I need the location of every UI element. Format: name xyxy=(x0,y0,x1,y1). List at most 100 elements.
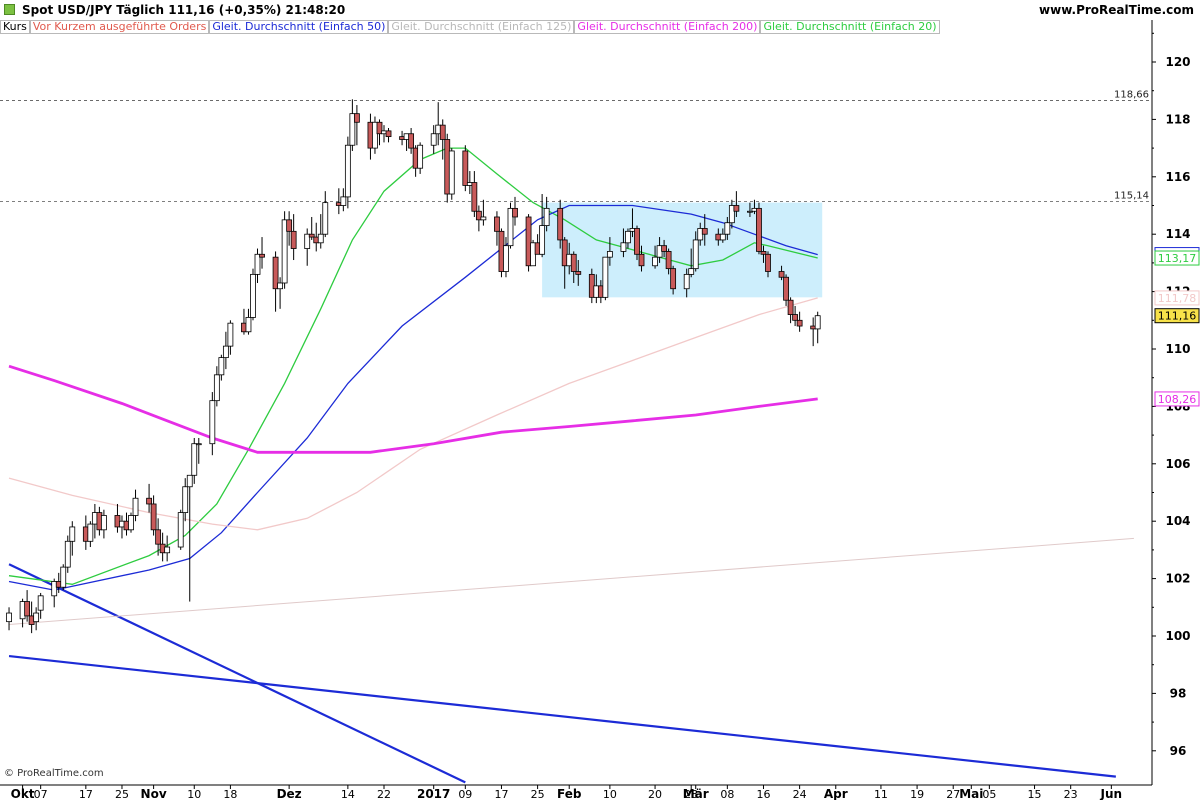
candle-body xyxy=(322,202,329,235)
trend-line xyxy=(8,563,466,784)
candle-body xyxy=(439,124,446,140)
price-tag-label: 111,16 xyxy=(1158,310,1197,323)
candle xyxy=(164,535,171,562)
y-tick-label: 96 xyxy=(1170,744,1187,758)
x-tick-label: 22 xyxy=(377,788,391,800)
candle xyxy=(60,564,67,591)
candle-body xyxy=(688,268,695,275)
candle-body xyxy=(245,317,252,333)
legend-item[interactable]: Vor Kurzem ausgeführte Orders xyxy=(29,20,210,34)
candle-body xyxy=(213,374,220,402)
legend-item[interactable]: Gleit. Durchschnitt (Einfach 20) xyxy=(760,20,940,34)
candle-body xyxy=(408,133,415,149)
copyright-label: © ProRealTime.com xyxy=(4,768,104,779)
candle-body xyxy=(778,271,785,278)
candle-body xyxy=(227,322,234,347)
x-tick-label: 17 xyxy=(79,788,93,800)
candle-body xyxy=(155,529,162,545)
candle-body xyxy=(64,540,71,568)
candle-body xyxy=(186,474,193,488)
candle-body xyxy=(385,130,392,138)
candle-body xyxy=(448,150,455,195)
candle xyxy=(349,99,356,151)
x-tick-label: Dez xyxy=(277,787,302,800)
candle-body xyxy=(557,207,564,241)
price-tag-label: 111,78 xyxy=(1158,292,1197,305)
candle-body xyxy=(317,233,324,244)
instrument-status-icon xyxy=(4,4,15,15)
trend-line xyxy=(8,537,1134,626)
moving-average-line xyxy=(8,364,818,454)
legend-item[interactable]: Gleit. Durchschnitt (Einfach 50) xyxy=(209,20,389,34)
candle-body xyxy=(69,526,76,542)
x-tick-label: 07 xyxy=(34,788,48,800)
y-tick-label: 114 xyxy=(1165,227,1190,241)
candle xyxy=(250,268,256,321)
y-tick-label: 102 xyxy=(1165,572,1190,586)
candle xyxy=(756,202,762,255)
candle-body xyxy=(494,216,500,232)
x-tick-label: 10 xyxy=(603,788,617,800)
y-tick-label: 110 xyxy=(1165,342,1190,356)
legend-item[interactable]: Kurs xyxy=(0,20,30,34)
candle-body xyxy=(417,144,424,169)
candle-body xyxy=(308,233,315,238)
legend-item[interactable]: Gleit. Durchschnitt (Einfach 125) xyxy=(388,20,575,34)
candle xyxy=(33,607,40,631)
y-tick-label: 100 xyxy=(1165,629,1190,643)
candle-body xyxy=(606,251,613,258)
candle-body xyxy=(512,207,518,218)
candle xyxy=(114,503,121,533)
candle-body xyxy=(733,205,740,212)
candle-body xyxy=(692,239,699,270)
candle xyxy=(308,216,315,240)
price-tag-label: 108,26 xyxy=(1158,393,1197,406)
candle-body xyxy=(250,273,256,318)
candle-body xyxy=(792,314,799,321)
candle-body xyxy=(765,253,771,272)
y-tick-label: 120 xyxy=(1165,55,1190,69)
x-tick-label: Mär xyxy=(683,787,709,800)
candle xyxy=(385,128,392,143)
candle-body xyxy=(87,523,94,542)
candle xyxy=(177,509,184,550)
candle-body xyxy=(209,400,216,445)
x-tick-label: 25 xyxy=(531,788,545,800)
x-tick-label: Mai xyxy=(959,787,983,800)
x-tick-label: 2017 xyxy=(417,787,450,800)
y-tick-label: 106 xyxy=(1165,457,1190,471)
legend-item[interactable]: Gleit. Durchschnitt (Einfach 200) xyxy=(574,20,761,34)
candle-body xyxy=(191,443,198,476)
candle-body xyxy=(37,595,44,611)
candle-body xyxy=(570,253,577,272)
candle xyxy=(272,251,279,312)
x-tick-label: 25 xyxy=(115,788,129,800)
candle-body xyxy=(539,225,546,255)
candle xyxy=(471,171,478,217)
x-tick-label: 18 xyxy=(223,788,237,800)
candle-body xyxy=(462,150,469,186)
website-label[interactable]: www.ProRealTime.com xyxy=(1039,3,1194,17)
candle-body xyxy=(814,315,821,330)
x-tick-label: 19 xyxy=(910,788,924,800)
candle-body xyxy=(652,256,658,267)
candle-body xyxy=(760,251,767,255)
x-tick-label: 14 xyxy=(341,788,355,800)
chart-title: Spot USD/JPY Täglich 111,16 (+0,35%) 21:… xyxy=(22,3,346,17)
price-chart[interactable]: 118,66115,149698100102104106108110112114… xyxy=(0,0,1200,800)
level-label: 118,66 xyxy=(1114,89,1149,100)
candle-body xyxy=(182,486,189,513)
x-tick-label: 11 xyxy=(874,788,888,800)
trend-line xyxy=(8,654,1116,778)
candle-body xyxy=(783,276,789,301)
candle xyxy=(209,392,216,456)
candle-body xyxy=(344,144,351,198)
candle-body xyxy=(340,196,347,206)
x-tick-label: Jun xyxy=(1100,787,1123,800)
price-tag: 108,26 xyxy=(1154,391,1200,407)
candle-body xyxy=(353,113,360,123)
plot-area xyxy=(0,99,1152,784)
x-tick-label: 09 xyxy=(458,788,472,800)
candle-body xyxy=(724,222,731,235)
x-tick-label: 15 xyxy=(1028,788,1042,800)
